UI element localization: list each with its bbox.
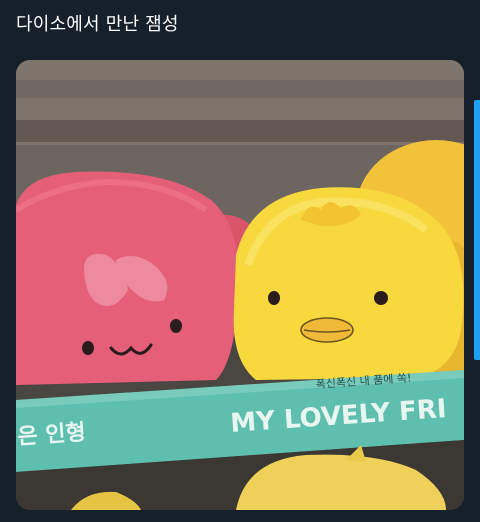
shelf-left-text: 은 인형 — [17, 420, 87, 450]
pink-plush — [16, 171, 239, 385]
photo-illustration: 폭신폭신 내 품에 쏙! 은 인형 MY LOVELY FRI — [16, 60, 464, 510]
scrollbar-thumb[interactable] — [474, 100, 480, 360]
yellow-chick-plush — [233, 187, 464, 380]
tweet-text: 다이소에서 만난 잼성 — [16, 14, 179, 35]
tweet-photo[interactable]: 폭신폭신 내 품에 쏙! 은 인형 MY LOVELY FRI — [16, 60, 464, 510]
